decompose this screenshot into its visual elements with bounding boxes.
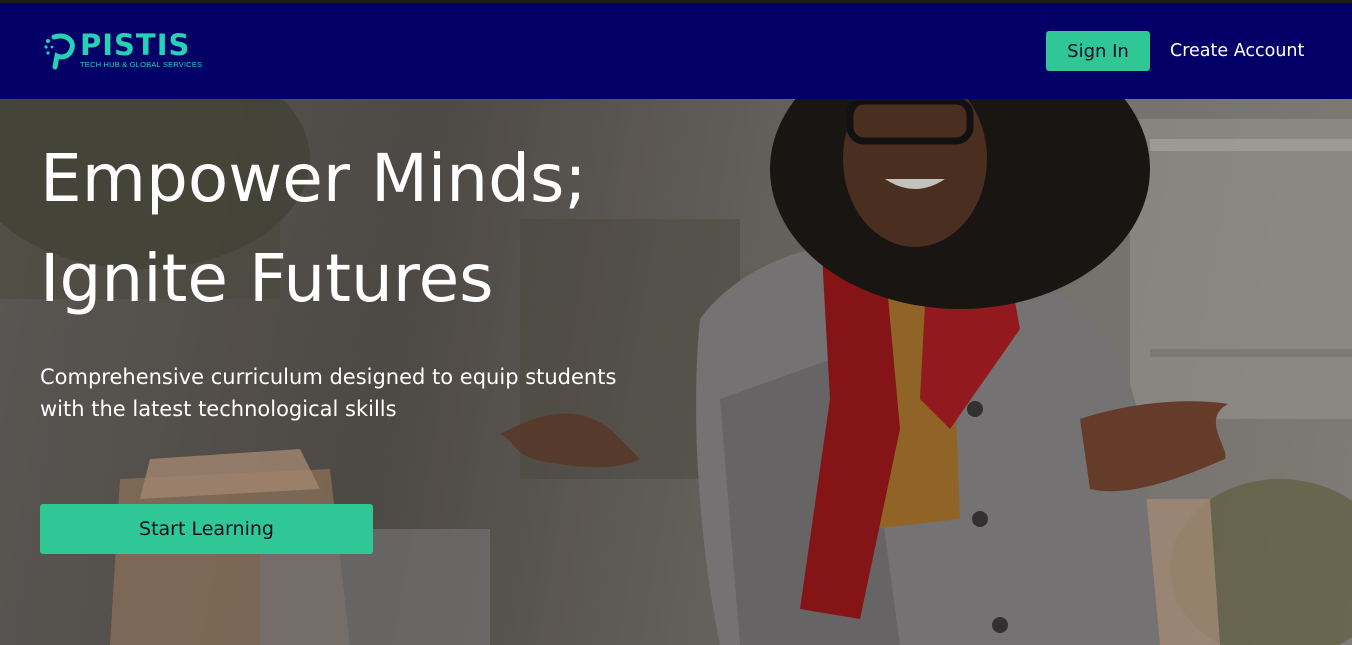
start-learning-button[interactable]: Start Learning [40, 504, 373, 554]
hero-section: Empower Minds; Ignite Futures Comprehens… [0, 99, 1352, 645]
top-navbar: PISTIS TECH HUB & GLOBAL SERVICES Sign I… [0, 3, 1352, 99]
hero-headline-line-1: Empower Minds; [40, 140, 587, 217]
brand-logo[interactable]: PISTIS TECH HUB & GLOBAL SERVICES [44, 29, 234, 73]
hero-subtitle-line-1: Comprehensive curriculum designed to equ… [40, 365, 617, 389]
hero-subtitle-line-2: with the latest technological skills [40, 397, 397, 421]
brand-logo-mark-icon [44, 33, 75, 70]
hero-subtitle: Comprehensive curriculum designed to equ… [40, 361, 740, 425]
hero-headline: Empower Minds; Ignite Futures [40, 129, 800, 329]
hero-headline-line-2: Ignite Futures [40, 240, 494, 317]
brand-tagline: TECH HUB & GLOBAL SERVICES [80, 60, 203, 69]
create-account-link[interactable]: Create Account [1170, 38, 1304, 64]
sign-in-button[interactable]: Sign In [1046, 31, 1150, 71]
brand-name: PISTIS [80, 28, 191, 62]
